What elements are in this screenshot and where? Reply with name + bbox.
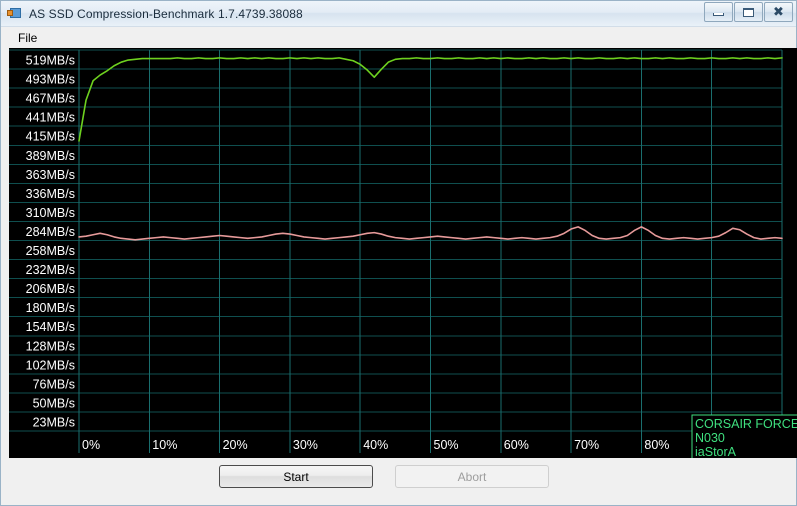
y-axis-tick-label: 441MB/s bbox=[26, 111, 75, 125]
chart-canvas: 519MB/s 493MB/s 467MB/s 441MB/s 415MB/s 389MB… bbox=[9, 49, 797, 458]
y-axis-tick-label: 493MB/s bbox=[26, 73, 75, 87]
y-axis-tick-label: 363MB/s bbox=[26, 168, 75, 182]
y-axis-tick-label: 180MB/s bbox=[26, 301, 75, 315]
close-button[interactable]: ✖ bbox=[764, 2, 793, 22]
title-bar: AS SSD Compression-Benchmark 1.7.4739.38… bbox=[1, 1, 796, 27]
y-axis-tick-label: 128MB/s bbox=[26, 339, 75, 353]
x-axis-tick-label: 60% bbox=[504, 438, 529, 452]
y-axis-tick-label: 519MB/s bbox=[26, 54, 75, 68]
y-axis-tick-label: 206MB/s bbox=[26, 282, 75, 296]
minimize-icon bbox=[713, 13, 724, 16]
chart-container: 519MB/s 493MB/s 467MB/s 441MB/s 415MB/s 389MB… bbox=[1, 48, 797, 458]
y-axis-tick-label: 310MB/s bbox=[26, 206, 75, 220]
y-axis-tick-label: 23MB/s bbox=[33, 415, 75, 429]
y-axis-tick-label: 389MB/s bbox=[26, 149, 75, 163]
app-window: AS SSD Compression-Benchmark 1.7.4739.38… bbox=[0, 0, 797, 506]
x-axis-tick-label: 0% bbox=[82, 438, 100, 452]
y-axis-tick-label: 154MB/s bbox=[26, 320, 75, 334]
app-icon bbox=[7, 6, 23, 22]
benchmark-chart: 519MB/s 493MB/s 467MB/s 441MB/s 415MB/s 389MB… bbox=[9, 48, 797, 458]
y-axis-tick-label: 102MB/s bbox=[26, 358, 75, 372]
x-axis-tick-label: 30% bbox=[293, 438, 318, 452]
y-axis-tick-label: 258MB/s bbox=[26, 244, 75, 258]
minimize-button[interactable] bbox=[704, 2, 733, 22]
button-bar: Start Abort bbox=[1, 458, 796, 505]
y-axis-tick-label: 284MB/s bbox=[26, 225, 75, 239]
legend-driver: iaStorA bbox=[695, 445, 737, 458]
chart-legend: CORSAIR FORCE LN030iaStorA238.47 GBReadW… bbox=[691, 414, 797, 458]
y-axis-tick-label: 467MB/s bbox=[26, 92, 75, 106]
legend-device-name-cont: N030 bbox=[695, 431, 725, 445]
y-axis-tick-label: 232MB/s bbox=[26, 263, 75, 277]
maximize-button[interactable] bbox=[734, 2, 763, 22]
window-title: AS SSD Compression-Benchmark 1.7.4739.38… bbox=[29, 6, 303, 21]
x-axis-tick-label: 80% bbox=[644, 438, 669, 452]
close-icon: ✖ bbox=[773, 4, 784, 20]
abort-button: Abort bbox=[395, 465, 549, 488]
window-controls: ✖ bbox=[704, 2, 793, 22]
x-axis-tick-label: 20% bbox=[223, 438, 248, 452]
menu-bar: File bbox=[1, 27, 796, 48]
y-axis-tick-label: 50MB/s bbox=[33, 396, 75, 410]
x-axis-tick-label: 40% bbox=[363, 438, 388, 452]
legend-device-name: CORSAIR FORCE L bbox=[695, 417, 797, 431]
y-axis-tick-label: 415MB/s bbox=[26, 130, 75, 144]
start-button[interactable]: Start bbox=[219, 465, 373, 488]
y-axis-tick-label: 336MB/s bbox=[26, 187, 75, 201]
x-axis-tick-label: 10% bbox=[152, 438, 177, 452]
x-axis-tick-label: 50% bbox=[434, 438, 459, 452]
maximize-icon bbox=[743, 7, 754, 17]
menu-item-file[interactable]: File bbox=[11, 29, 44, 47]
y-axis-tick-label: 76MB/s bbox=[33, 377, 75, 391]
x-axis-tick-label: 70% bbox=[574, 438, 599, 452]
